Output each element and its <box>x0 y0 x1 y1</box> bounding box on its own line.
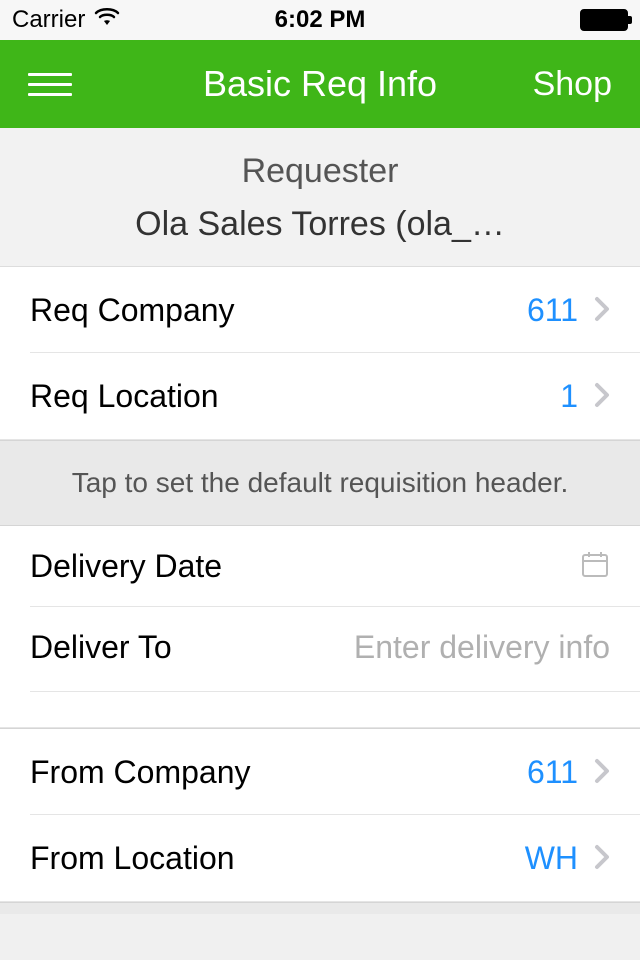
shop-button[interactable]: Shop <box>533 65 612 104</box>
status-right <box>580 9 628 31</box>
calendar-icon <box>580 549 610 584</box>
deliver-to-row[interactable]: Deliver To Enter delivery info <box>0 607 640 692</box>
row-right <box>580 549 610 584</box>
req-location-row[interactable]: Req Location 1 <box>0 353 640 440</box>
page-title: Basic Req Info <box>203 63 437 105</box>
section-header: Tap to set the default requisition heade… <box>0 440 640 526</box>
from-location-row[interactable]: From Location WH <box>0 815 640 902</box>
row-right: 611 <box>527 289 610 331</box>
from-company-value: 611 <box>527 754 578 791</box>
from-location-value: WH <box>525 840 578 877</box>
chevron-right-icon <box>594 751 610 793</box>
deliver-to-placeholder: Enter delivery info <box>354 629 610 666</box>
chevron-right-icon <box>594 837 610 879</box>
nav-bar: Basic Req Info Shop <box>0 40 640 128</box>
from-company-label: From Company <box>30 754 251 791</box>
carrier-label: Carrier <box>12 6 85 34</box>
wifi-icon <box>93 6 121 34</box>
menu-icon[interactable] <box>28 73 72 96</box>
row-right: Enter delivery info <box>354 629 610 666</box>
chevron-right-icon <box>594 375 610 417</box>
row-right: 1 <box>560 375 610 417</box>
from-company-row[interactable]: From Company 611 <box>0 728 640 815</box>
requester-label: Requester <box>0 152 640 191</box>
status-time: 6:02 PM <box>275 6 366 34</box>
chevron-right-icon <box>594 289 610 331</box>
status-left: Carrier <box>12 6 121 34</box>
status-bar: Carrier 6:02 PM <box>0 0 640 40</box>
delivery-date-label: Delivery Date <box>30 548 222 585</box>
row-right: 611 <box>527 751 610 793</box>
requester-section: Requester Ola Sales Torres (ola_… <box>0 128 640 267</box>
battery-icon <box>580 9 628 31</box>
from-location-label: From Location <box>30 840 235 877</box>
req-company-value: 611 <box>527 292 578 329</box>
row-right: WH <box>525 837 610 879</box>
req-location-value: 1 <box>560 378 578 415</box>
deliver-to-label: Deliver To <box>30 629 172 666</box>
spacer <box>0 692 640 728</box>
bottom-gap <box>0 902 640 914</box>
req-location-label: Req Location <box>30 378 219 415</box>
requester-name: Ola Sales Torres (ola_… <box>0 205 640 244</box>
req-company-row[interactable]: Req Company 611 <box>0 267 640 353</box>
delivery-date-row[interactable]: Delivery Date <box>0 526 640 607</box>
req-company-label: Req Company <box>30 292 235 329</box>
